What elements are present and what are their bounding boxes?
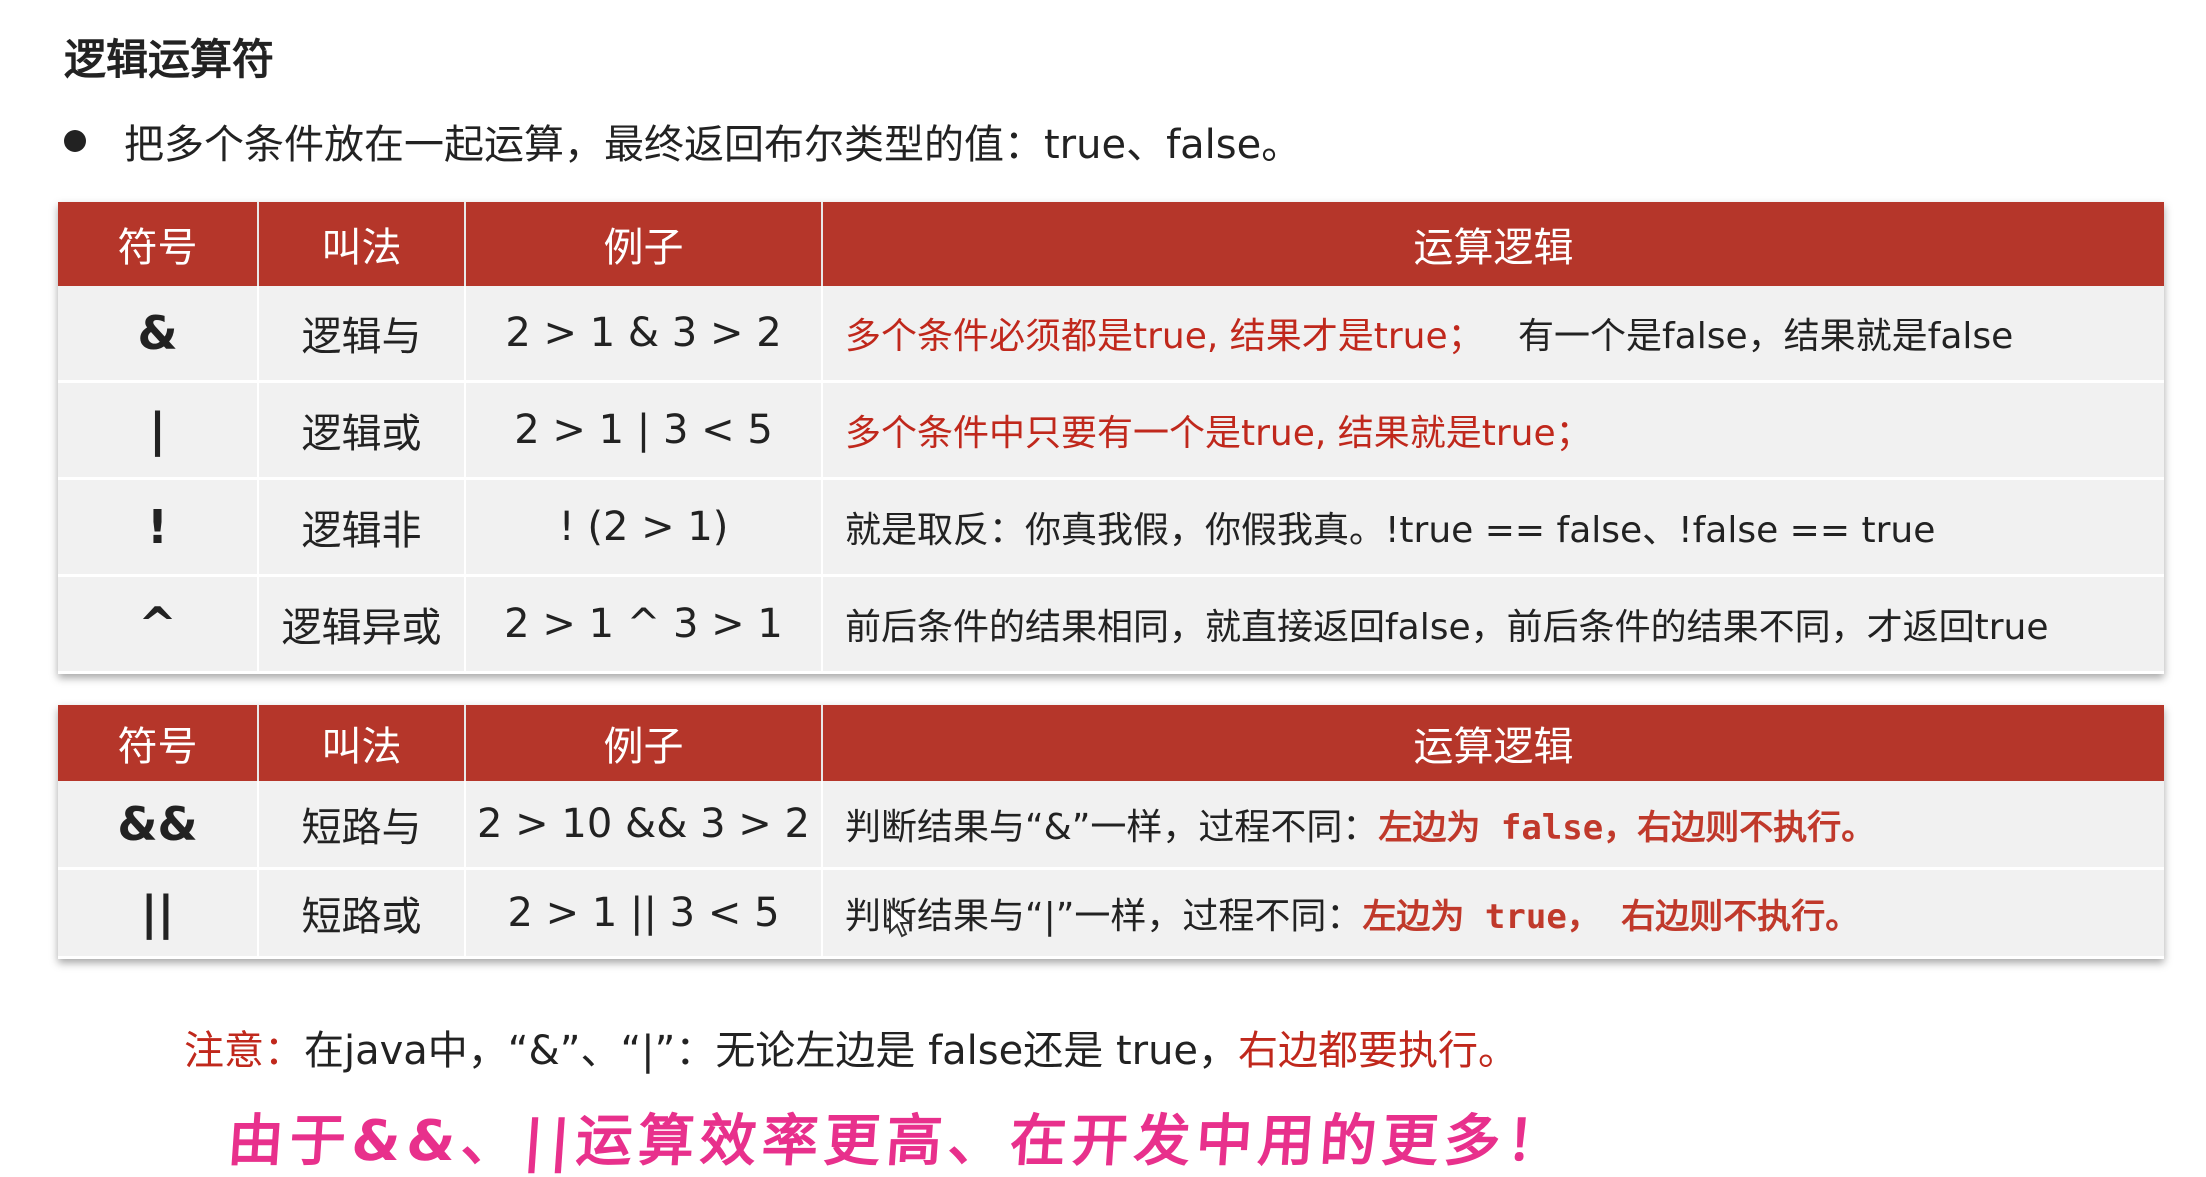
logic-cell: 多个条件中只要有一个是true, 结果就是true； <box>822 381 2164 480</box>
header-symbol: 符号 <box>58 202 259 286</box>
example-cell: 2 > 10 && 3 > 2 <box>465 781 823 870</box>
logic-text: 有一个是false，结果就是false <box>1518 316 2014 357</box>
name-cell: 短路或 <box>258 868 466 959</box>
note-line: 注意：在java中，“&”、“|”：无论左边是 false还是 true，右边都… <box>184 1018 1518 1076</box>
short-circuit-operators-table: 符号 叫法 例子 运算逻辑 && 短路与 2 > 10 && 3 > 2 判断结… <box>58 705 2164 959</box>
table-row: || 短路或 2 > 1 || 3 < 5 判断结果与“|”一样，过程不同：左边… <box>58 868 2164 959</box>
table-header-row: 符号 叫法 例子 运算逻辑 <box>58 202 2164 286</box>
table-row: ^ 逻辑异或 2 > 1 ^ 3 > 1 前后条件的结果相同，就直接返回fals… <box>58 575 2164 674</box>
logic-red-text: 多个条件必须都是true, 结果才是true； <box>845 316 1484 357</box>
logic-red-text: 多个条件中只要有一个是true, 结果就是true； <box>845 413 1592 454</box>
header-symbol: 符号 <box>58 705 259 781</box>
name-cell: 逻辑异或 <box>258 575 466 674</box>
symbol-cell: ! <box>58 478 259 577</box>
logic-text: 判断结果与“|”一样，过程不同： <box>845 896 1363 937</box>
note-text: 在java中，“&”、“|”：无论左边是 false还是 true， <box>304 1028 1239 1074</box>
logic-cell: 多个条件必须都是true, 结果才是true； 有一个是false，结果就是fa… <box>822 286 2164 383</box>
bullet-text: 把多个条件放在一起运算，最终返回布尔类型的值：true、false。 <box>124 122 1302 168</box>
example-cell: 2 > 1 | 3 < 5 <box>465 381 823 480</box>
table-row: | 逻辑或 2 > 1 | 3 < 5 多个条件中只要有一个是true, 结果就… <box>58 381 2164 480</box>
logic-text: 判断结果与“&”一样，过程不同： <box>845 807 1379 848</box>
symbol-cell: || <box>58 868 259 959</box>
logic-red-text: 左边为 true， 右边则不执行。 <box>1362 897 1860 937</box>
name-cell: 逻辑非 <box>258 478 466 577</box>
logical-operators-table: 符号 叫法 例子 运算逻辑 & 逻辑与 2 > 1 & 3 > 2 多个条件必须… <box>58 202 2164 674</box>
note-label: 注意： <box>184 1028 304 1074</box>
header-example: 例子 <box>465 202 823 286</box>
example-cell: 2 > 1 & 3 > 2 <box>465 286 823 383</box>
logic-cell: 判断结果与“&”一样，过程不同：左边为 false，右边则不执行。 <box>822 781 2164 870</box>
table-header-row: 符号 叫法 例子 运算逻辑 <box>58 705 2164 781</box>
table-row: ! 逻辑非 ! (2 > 1) 就是取反：你真我假，你假我真。!true == … <box>58 478 2164 577</box>
example-cell: ! (2 > 1) <box>465 478 823 577</box>
name-cell: 短路与 <box>258 781 466 870</box>
header-name: 叫法 <box>258 705 466 781</box>
example-cell: 2 > 1 || 3 < 5 <box>465 868 823 959</box>
logic-text: 前后条件的结果相同，就直接返回false，前后条件的结果不同，才返回true <box>845 607 2049 648</box>
name-cell: 逻辑与 <box>258 286 466 383</box>
bullet-point: 把多个条件放在一起运算，最终返回布尔类型的值：true、false。 <box>64 112 1301 170</box>
example-cell: 2 > 1 ^ 3 > 1 <box>465 575 823 674</box>
name-cell: 逻辑或 <box>258 381 466 480</box>
logic-red-text: 左边为 false，右边则不执行。 <box>1378 808 1876 848</box>
logic-cell: 就是取反：你真我假，你假我真。!true == false、!false == … <box>822 478 2164 577</box>
symbol-cell: | <box>58 381 259 480</box>
page-title: 逻辑运算符 <box>64 35 275 84</box>
symbol-cell: & <box>58 286 259 383</box>
symbol-cell: ^ <box>58 575 259 674</box>
header-example: 例子 <box>465 705 823 781</box>
symbol-cell: && <box>58 781 259 870</box>
logic-cell: 前后条件的结果相同，就直接返回false，前后条件的结果不同，才返回true <box>822 575 2164 674</box>
bullet-dot-icon <box>64 130 86 152</box>
table-row: & 逻辑与 2 > 1 & 3 > 2 多个条件必须都是true, 结果才是tr… <box>58 286 2164 383</box>
mouse-cursor-icon <box>889 904 913 938</box>
logic-text: 就是取反：你真我假，你假我真。!true == false、!false == … <box>845 510 1936 551</box>
header-name: 叫法 <box>258 202 466 286</box>
note-emphasis: 右边都要执行。 <box>1238 1028 1519 1074</box>
handwritten-annotation: 由于&&、||运算效率更高、在开发中用的更多！ <box>225 1109 1571 1174</box>
table-row: && 短路与 2 > 10 && 3 > 2 判断结果与“&”一样，过程不同：左… <box>58 781 2164 870</box>
logic-cell: 判断结果与“|”一样，过程不同：左边为 true， 右边则不执行。 <box>822 868 2164 959</box>
header-logic: 运算逻辑 <box>822 705 2164 781</box>
header-logic: 运算逻辑 <box>822 202 2164 286</box>
